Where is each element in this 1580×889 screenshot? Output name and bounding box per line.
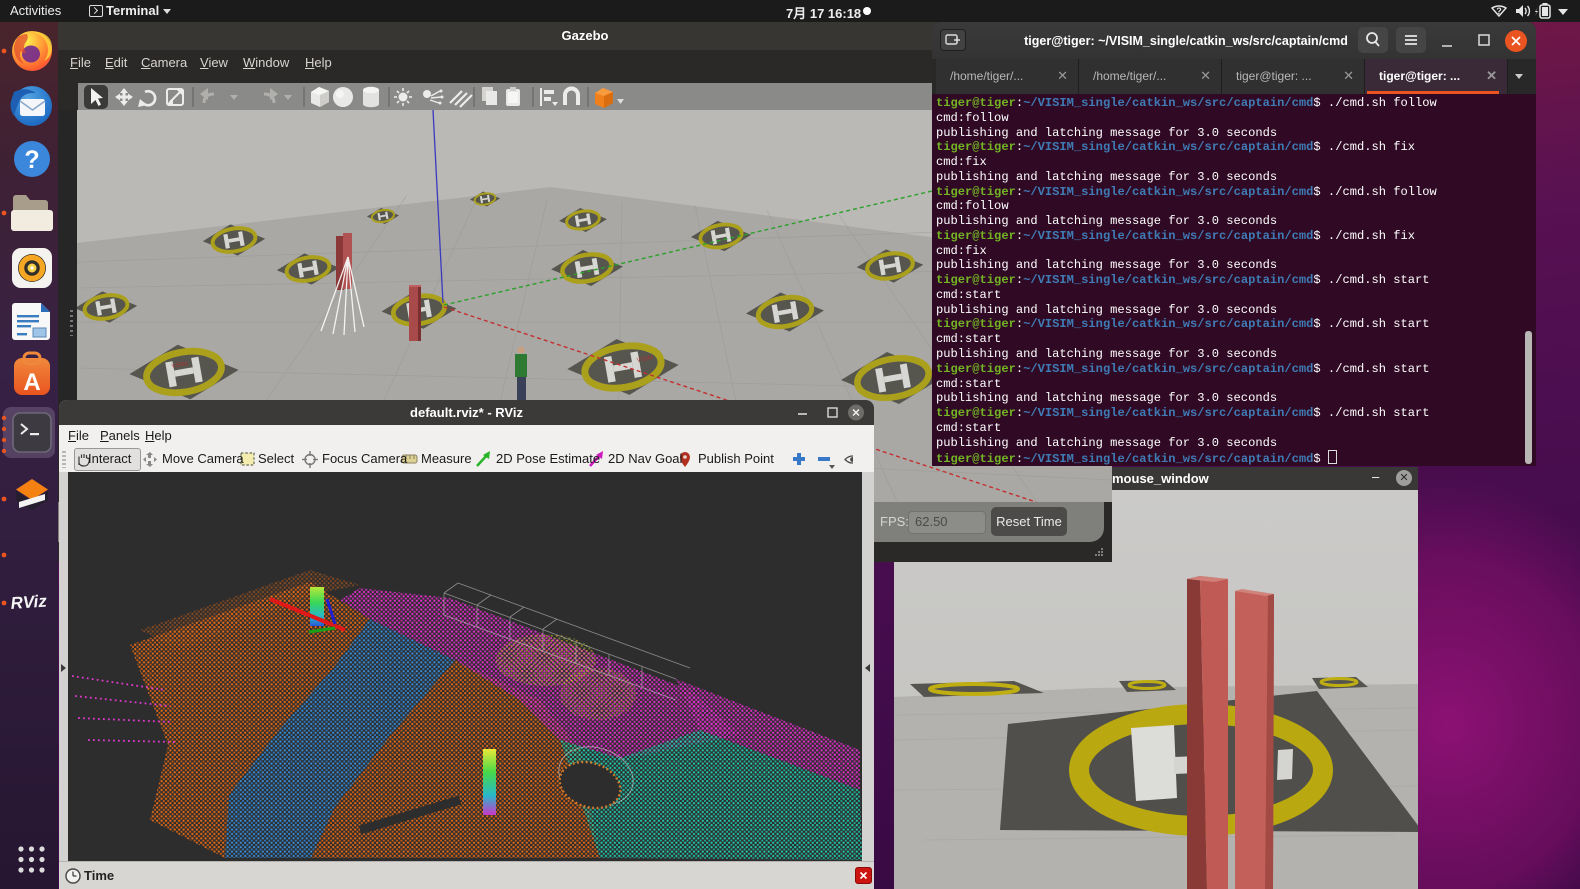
svg-text:?: ?	[1496, 6, 1502, 16]
svg-text:A: A	[23, 369, 40, 396]
svg-text:?: ?	[24, 146, 39, 174]
svg-text:RViz: RViz	[10, 591, 48, 613]
